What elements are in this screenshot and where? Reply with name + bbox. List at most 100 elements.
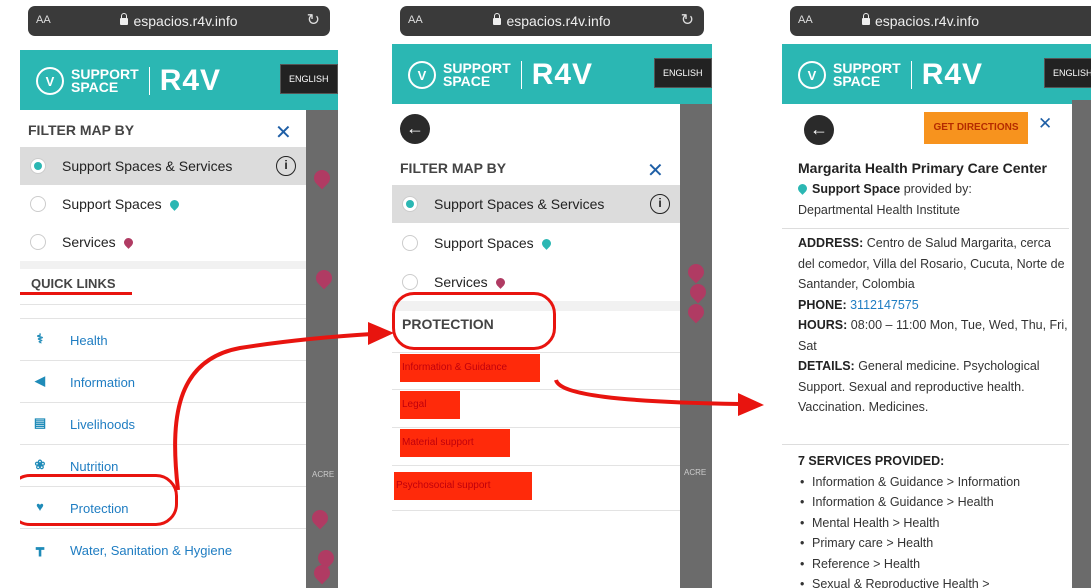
url-text: espacios.r4v.info	[133, 13, 238, 29]
site-logo[interactable]: V SUPPORT SPACE R4V	[36, 64, 221, 98]
site-logo[interactable]: V SUPPORT SPACE R4V	[408, 58, 593, 92]
phone-link[interactable]: 3112147575	[850, 298, 919, 312]
protection-link-legal[interactable]: Legal	[400, 391, 460, 419]
magenta-pin-icon	[493, 276, 507, 289]
radio-selected[interactable]	[402, 196, 418, 212]
services-list: Information & Guidance > Information Inf…	[798, 472, 1071, 588]
back-button[interactable]: ←	[400, 114, 430, 144]
lock-icon	[861, 13, 870, 25]
place-name: Margarita Health Primary Care Center	[798, 160, 1047, 176]
browser-url-bar[interactable]: AA espacios.r4v.info ↻	[28, 6, 330, 36]
protection-link-information-guidance[interactable]: Information & Guidance	[400, 354, 540, 382]
hours-label: HOURS:	[798, 318, 848, 332]
service-item: Primary care > Health	[798, 533, 1071, 554]
radio-button[interactable]	[30, 196, 46, 212]
filter-option-support-spaces[interactable]: Support Spaces	[392, 224, 680, 262]
option-label: Services	[62, 234, 116, 250]
site-header: V SUPPORT SPACE R4V ENGLISH	[782, 44, 1091, 104]
place-type[interactable]: Support Space	[812, 182, 900, 196]
service-item: Mental Health > Health	[798, 513, 1071, 534]
map-area[interactable]: ACRE	[306, 110, 338, 588]
arrow-head-2	[738, 393, 764, 416]
site-header: V SUPPORT SPACE R4V ENGLISH	[392, 44, 712, 104]
logo-line2: SPACE	[443, 73, 491, 89]
option-label: Services	[434, 274, 488, 290]
logo-line2: SPACE	[833, 73, 881, 89]
support-space-mark-icon: V	[408, 61, 436, 89]
get-directions-button[interactable]: GET DIRECTIONS	[924, 112, 1028, 144]
phone-screen-filter: AA espacios.r4v.info ↻ V SUPPORT SPACE R4…	[20, 0, 338, 588]
quick-link-water-sanitation-hygiene[interactable]: ┳ Water, Sanitation & Hygiene	[20, 528, 306, 570]
address-label: ADDRESS:	[798, 236, 864, 250]
filter-option-support-spaces-services[interactable]: Support Spaces & Services i	[20, 147, 306, 185]
teal-pin-icon	[539, 237, 553, 250]
lock-icon	[120, 13, 129, 25]
briefcase-icon: ▤	[33, 415, 47, 430]
option-label: Support Spaces & Services	[434, 196, 605, 212]
service-item: Sexual & Reproductive Health >	[798, 574, 1071, 588]
support-space-mark-icon: V	[798, 61, 826, 89]
annotation-circle-protection-heading	[392, 292, 556, 350]
service-item: Reference > Health	[798, 554, 1071, 575]
map-area[interactable]: ACRE	[680, 104, 712, 588]
arrow-head-1	[368, 322, 394, 345]
protection-link-material-support[interactable]: Material support	[400, 429, 510, 457]
quick-links-title: QUICK LINKS	[31, 276, 116, 291]
phone-label: PHONE:	[798, 297, 847, 312]
map-area[interactable]	[1072, 100, 1091, 588]
nutrition-icon: ❀	[34, 457, 46, 472]
link-label: Livelihoods	[70, 417, 136, 432]
logo-line2: SPACE	[71, 79, 119, 95]
radio-button[interactable]	[402, 274, 418, 290]
site-logo[interactable]: V SUPPORT SPACE R4V	[798, 58, 983, 92]
map-label: ACRE	[312, 470, 335, 479]
filter-option-support-spaces-services[interactable]: Support Spaces & Services i	[392, 185, 680, 223]
phone-screen-protection: AA espacios.r4v.info ↻ V SUPPORT SPACE R4…	[392, 0, 712, 588]
water-tap-icon: ┳	[36, 541, 44, 556]
browser-url-bar[interactable]: AA espacios.r4v.info	[790, 6, 1091, 36]
phone-screen-detail: AA espacios.r4v.info V SUPPORT SPACE R4V …	[782, 0, 1091, 588]
provider-name: Departmental Health Institute	[798, 202, 960, 217]
close-icon[interactable]: ✕	[1038, 114, 1052, 134]
url-text: espacios.r4v.info	[506, 13, 611, 29]
language-button[interactable]: ENGLISH	[280, 64, 338, 94]
filter-option-services[interactable]: Services	[20, 223, 306, 261]
health-icon: ⚕	[36, 331, 44, 346]
r4v-logo: R4V	[531, 58, 594, 91]
radio-button[interactable]	[402, 235, 418, 251]
browser-url-bar[interactable]: AA espacios.r4v.info ↻	[400, 6, 704, 36]
close-icon[interactable]: ✕	[275, 120, 292, 145]
filter-title: FILTER MAP BY	[400, 160, 507, 176]
info-icon[interactable]: i	[650, 194, 670, 214]
protection-link-psychosocial-support[interactable]: Psychosocial support	[394, 472, 532, 500]
quick-link-health[interactable]: ⚕ Health	[20, 318, 306, 360]
megaphone-icon: ◀	[35, 373, 45, 388]
radio-button[interactable]	[30, 234, 46, 250]
service-item: Information & Guidance > Health	[798, 492, 1071, 513]
teal-pin-icon	[796, 182, 809, 195]
link-label: Information	[70, 375, 136, 390]
site-header: V SUPPORT SPACE R4V ENGLISH	[20, 50, 338, 110]
link-label: Health	[70, 333, 108, 348]
details-label: DETAILS:	[798, 359, 855, 373]
close-icon[interactable]: ✕	[647, 158, 664, 183]
quick-link-information[interactable]: ◀ Information	[20, 360, 306, 402]
option-label: Support Spaces & Services	[62, 158, 233, 174]
link-label: Water, Sanitation & Hygiene	[70, 543, 233, 558]
link-label: Nutrition	[70, 459, 119, 474]
map-label: ACRE	[684, 468, 707, 477]
r4v-logo: R4V	[921, 58, 984, 91]
language-button[interactable]: ENGLISH	[654, 58, 712, 88]
reload-icon[interactable]: ↻	[307, 10, 320, 30]
quick-link-livelihoods[interactable]: ▤ Livelihoods	[20, 402, 306, 444]
filter-option-support-spaces[interactable]: Support Spaces	[20, 185, 306, 223]
teal-pin-icon	[167, 198, 181, 211]
url-text: espacios.r4v.info	[874, 13, 979, 29]
radio-selected[interactable]	[30, 158, 46, 174]
reload-icon[interactable]: ↻	[681, 10, 694, 30]
annotation-underline	[20, 292, 132, 295]
language-button[interactable]: ENGLISH	[1044, 58, 1091, 88]
provided-by-label: provided by:	[903, 182, 972, 196]
info-icon[interactable]: i	[276, 156, 296, 176]
back-button[interactable]: ←	[804, 115, 834, 145]
